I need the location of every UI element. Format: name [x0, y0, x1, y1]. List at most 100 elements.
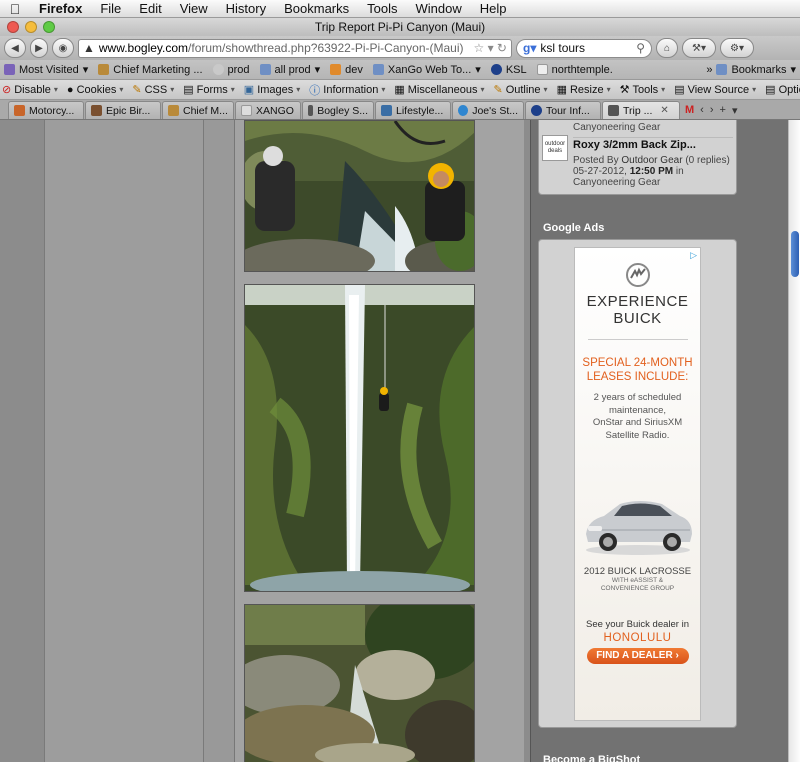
tab-lifestyle[interactable]: Lifestyle... [375, 101, 451, 119]
menu-view[interactable]: View [171, 1, 217, 16]
misc-icon: ▦ [394, 84, 405, 96]
tab-motorcycle[interactable]: Motorcy... [8, 101, 84, 119]
home-button[interactable]: ⌂ [656, 38, 678, 58]
page-scrollbar[interactable] [788, 120, 800, 762]
tab-joes-store[interactable]: Joe's St... [452, 101, 524, 119]
bookmark-ksl[interactable]: KSL [490, 64, 527, 76]
dev-disable[interactable]: ⊘ Disable ▾ [2, 83, 58, 97]
dev-images[interactable]: ▣ Images ▾ [244, 83, 301, 97]
url-host: www.bogley.com [98, 41, 189, 55]
zoom-window-icon[interactable] [43, 21, 55, 33]
ad-body-2: maintenance, [608, 404, 667, 416]
dev-miscellaneous[interactable]: ▦ Miscellaneous ▾ [394, 83, 484, 97]
tab-tour-info[interactable]: Tour Inf... [525, 101, 601, 119]
bookmark-dev[interactable]: dev [330, 64, 363, 76]
tab-list-icon[interactable]: ▾ [732, 104, 738, 117]
menu-file[interactable]: File [91, 1, 130, 16]
forward-button[interactable]: ▶ [30, 38, 48, 58]
home-icon: ⌂ [663, 42, 671, 54]
bookmark-all-prod[interactable]: all prod ▾ [259, 63, 320, 76]
options-icon: ▤ [765, 84, 776, 96]
dev-options[interactable]: ▤Options [765, 83, 800, 97]
window-titlebar: Trip Report Pi-Pi Canyon (Maui) [0, 18, 800, 36]
google-ads-heading: Google Ads [543, 222, 605, 234]
url-bar[interactable]: ▲ www.bogley.com/forum/showthread.php?63… [78, 38, 512, 58]
ad-divider [587, 339, 688, 340]
tab-xango[interactable]: XANGO [235, 101, 301, 119]
left-gutter-inner [204, 120, 234, 762]
gmail-tab-icon[interactable]: M [685, 104, 694, 116]
bookmark-most-visited[interactable]: Most Visited ▾ [4, 63, 88, 76]
tab-favicon-icon [608, 105, 619, 116]
tab-scroll-right-icon[interactable]: › [710, 104, 714, 116]
trip-photo-pool[interactable] [244, 604, 475, 762]
buick-lacrosse-car-image [586, 501, 692, 555]
ad-city: HONOLULU [603, 632, 672, 644]
pencil-icon: ✎ [132, 84, 142, 96]
back-arrow-icon: ◀ [11, 42, 19, 54]
close-tab-icon[interactable]: ✕ [660, 105, 668, 116]
close-window-icon[interactable] [7, 21, 19, 33]
globe-icon: ◉ [58, 42, 68, 54]
trip-photo-canyoneers[interactable] [244, 120, 475, 272]
navigation-toolbar: ◀ ▶ ◉ ▲ www.bogley.com/forum/showthread.… [0, 36, 800, 60]
folder-icon [372, 64, 384, 75]
tab-chief-marketing[interactable]: Chief M... [162, 101, 234, 119]
menu-help[interactable]: Help [471, 1, 516, 16]
ad-offer-line-1: SPECIAL 24-MONTH [582, 357, 693, 369]
menu-tools[interactable]: Tools [358, 1, 406, 16]
dev-icon [330, 64, 342, 75]
find-a-dealer-button[interactable]: FIND A DEALER › [586, 648, 689, 664]
post-author-link[interactable]: Outdoor Gear [621, 155, 682, 166]
menu-edit[interactable]: Edit [130, 1, 170, 16]
tab-scroll-left-icon[interactable]: ‹ [700, 104, 704, 116]
site-identity-button[interactable]: ◉ [52, 38, 74, 58]
ad-dealer-text: See your Buick dealer in [586, 619, 689, 630]
tab-epic-bird[interactable]: Epic Bir... [85, 101, 161, 119]
dev-forms[interactable]: ▤ Forms ▾ [183, 83, 235, 97]
dev-view-source[interactable]: ▤ View Source ▾ [674, 83, 756, 97]
info-icon: ⓘ [309, 84, 321, 97]
ad-choices-icon[interactable]: ▷ [690, 250, 697, 261]
overflow-chevron-icon: » [706, 63, 713, 76]
bookmark-star-icon[interactable]: ☆ ▾ ↻ [473, 41, 507, 55]
menu-window[interactable]: Window [407, 1, 471, 16]
addon-menu-button[interactable]: ⚙▾ [720, 38, 754, 58]
dev-tools[interactable]: ⚒ Tools ▾ [620, 83, 666, 97]
minimize-window-icon[interactable] [25, 21, 37, 33]
ad-body-4: Satellite Radio. [605, 429, 670, 441]
menu-app-name[interactable]: Firefox [30, 1, 91, 16]
menu-bookmarks[interactable]: Bookmarks [275, 1, 358, 16]
dev-information[interactable]: ⓘ Information ▾ [309, 82, 385, 98]
search-bar[interactable]: g▾ ksl tours ⚲ [516, 38, 652, 58]
tab-bogley[interactable]: Bogley S... [302, 101, 374, 119]
bookmark-chief-marketing[interactable]: Chief Marketing ... [98, 64, 203, 76]
buick-ad-banner[interactable]: ▷ EXPERIENCE BUICK SPECIAL 24-MONTH LEAS… [574, 247, 701, 721]
search-magnifier-icon[interactable]: ⚲ [636, 41, 645, 55]
outdoor-deals-logo[interactable]: outdoor deals [542, 135, 568, 161]
dev-cookies[interactable]: ● Cookies ▾ [67, 84, 123, 96]
dev-css[interactable]: ✎ CSS ▾ [132, 83, 174, 97]
menu-history[interactable]: History [217, 1, 275, 16]
new-tab-icon[interactable]: + [720, 104, 726, 116]
post-title-link[interactable]: Roxy 3/2mm Back Zip... [573, 139, 696, 151]
dev-outline[interactable]: ✎ Outline ▾ [493, 83, 547, 97]
previous-post-forum-link[interactable]: Canyoneering Gear [573, 122, 660, 133]
tab-trip-report[interactable]: Trip ... ✕ [602, 101, 680, 119]
post-forum-link[interactable]: Canyoneering Gear [573, 177, 660, 188]
bookmark-xango[interactable]: XanGo Web To... ▾ [372, 63, 481, 76]
tab-favicon-icon [458, 105, 469, 116]
ksl-icon [490, 64, 502, 75]
web-developer-toolbar: ⊘ Disable ▾ ● Cookies ▾ ✎ CSS ▾ ▤ Forms ▾ ▣ Image… [0, 80, 800, 100]
dev-resize[interactable]: ▦ Resize ▾ [557, 83, 611, 97]
apple-icon[interactable]:  [0, 1, 30, 17]
bookmarks-menu[interactable]: » Bookmarks ▾ [706, 63, 796, 77]
scrollbar-thumb[interactable] [791, 231, 799, 277]
search-input[interactable]: ksl tours [540, 41, 585, 55]
bookmark-northtemple[interactable]: northtemple. [536, 64, 613, 76]
trip-photo-waterfall-rappel[interactable] [244, 284, 475, 592]
google-search-icon[interactable]: g▾ [523, 41, 536, 55]
bookmark-prod[interactable]: prod [212, 64, 250, 76]
back-button[interactable]: ◀ [4, 38, 26, 58]
tools-menu-button[interactable]: ⚒▾ [682, 38, 716, 58]
